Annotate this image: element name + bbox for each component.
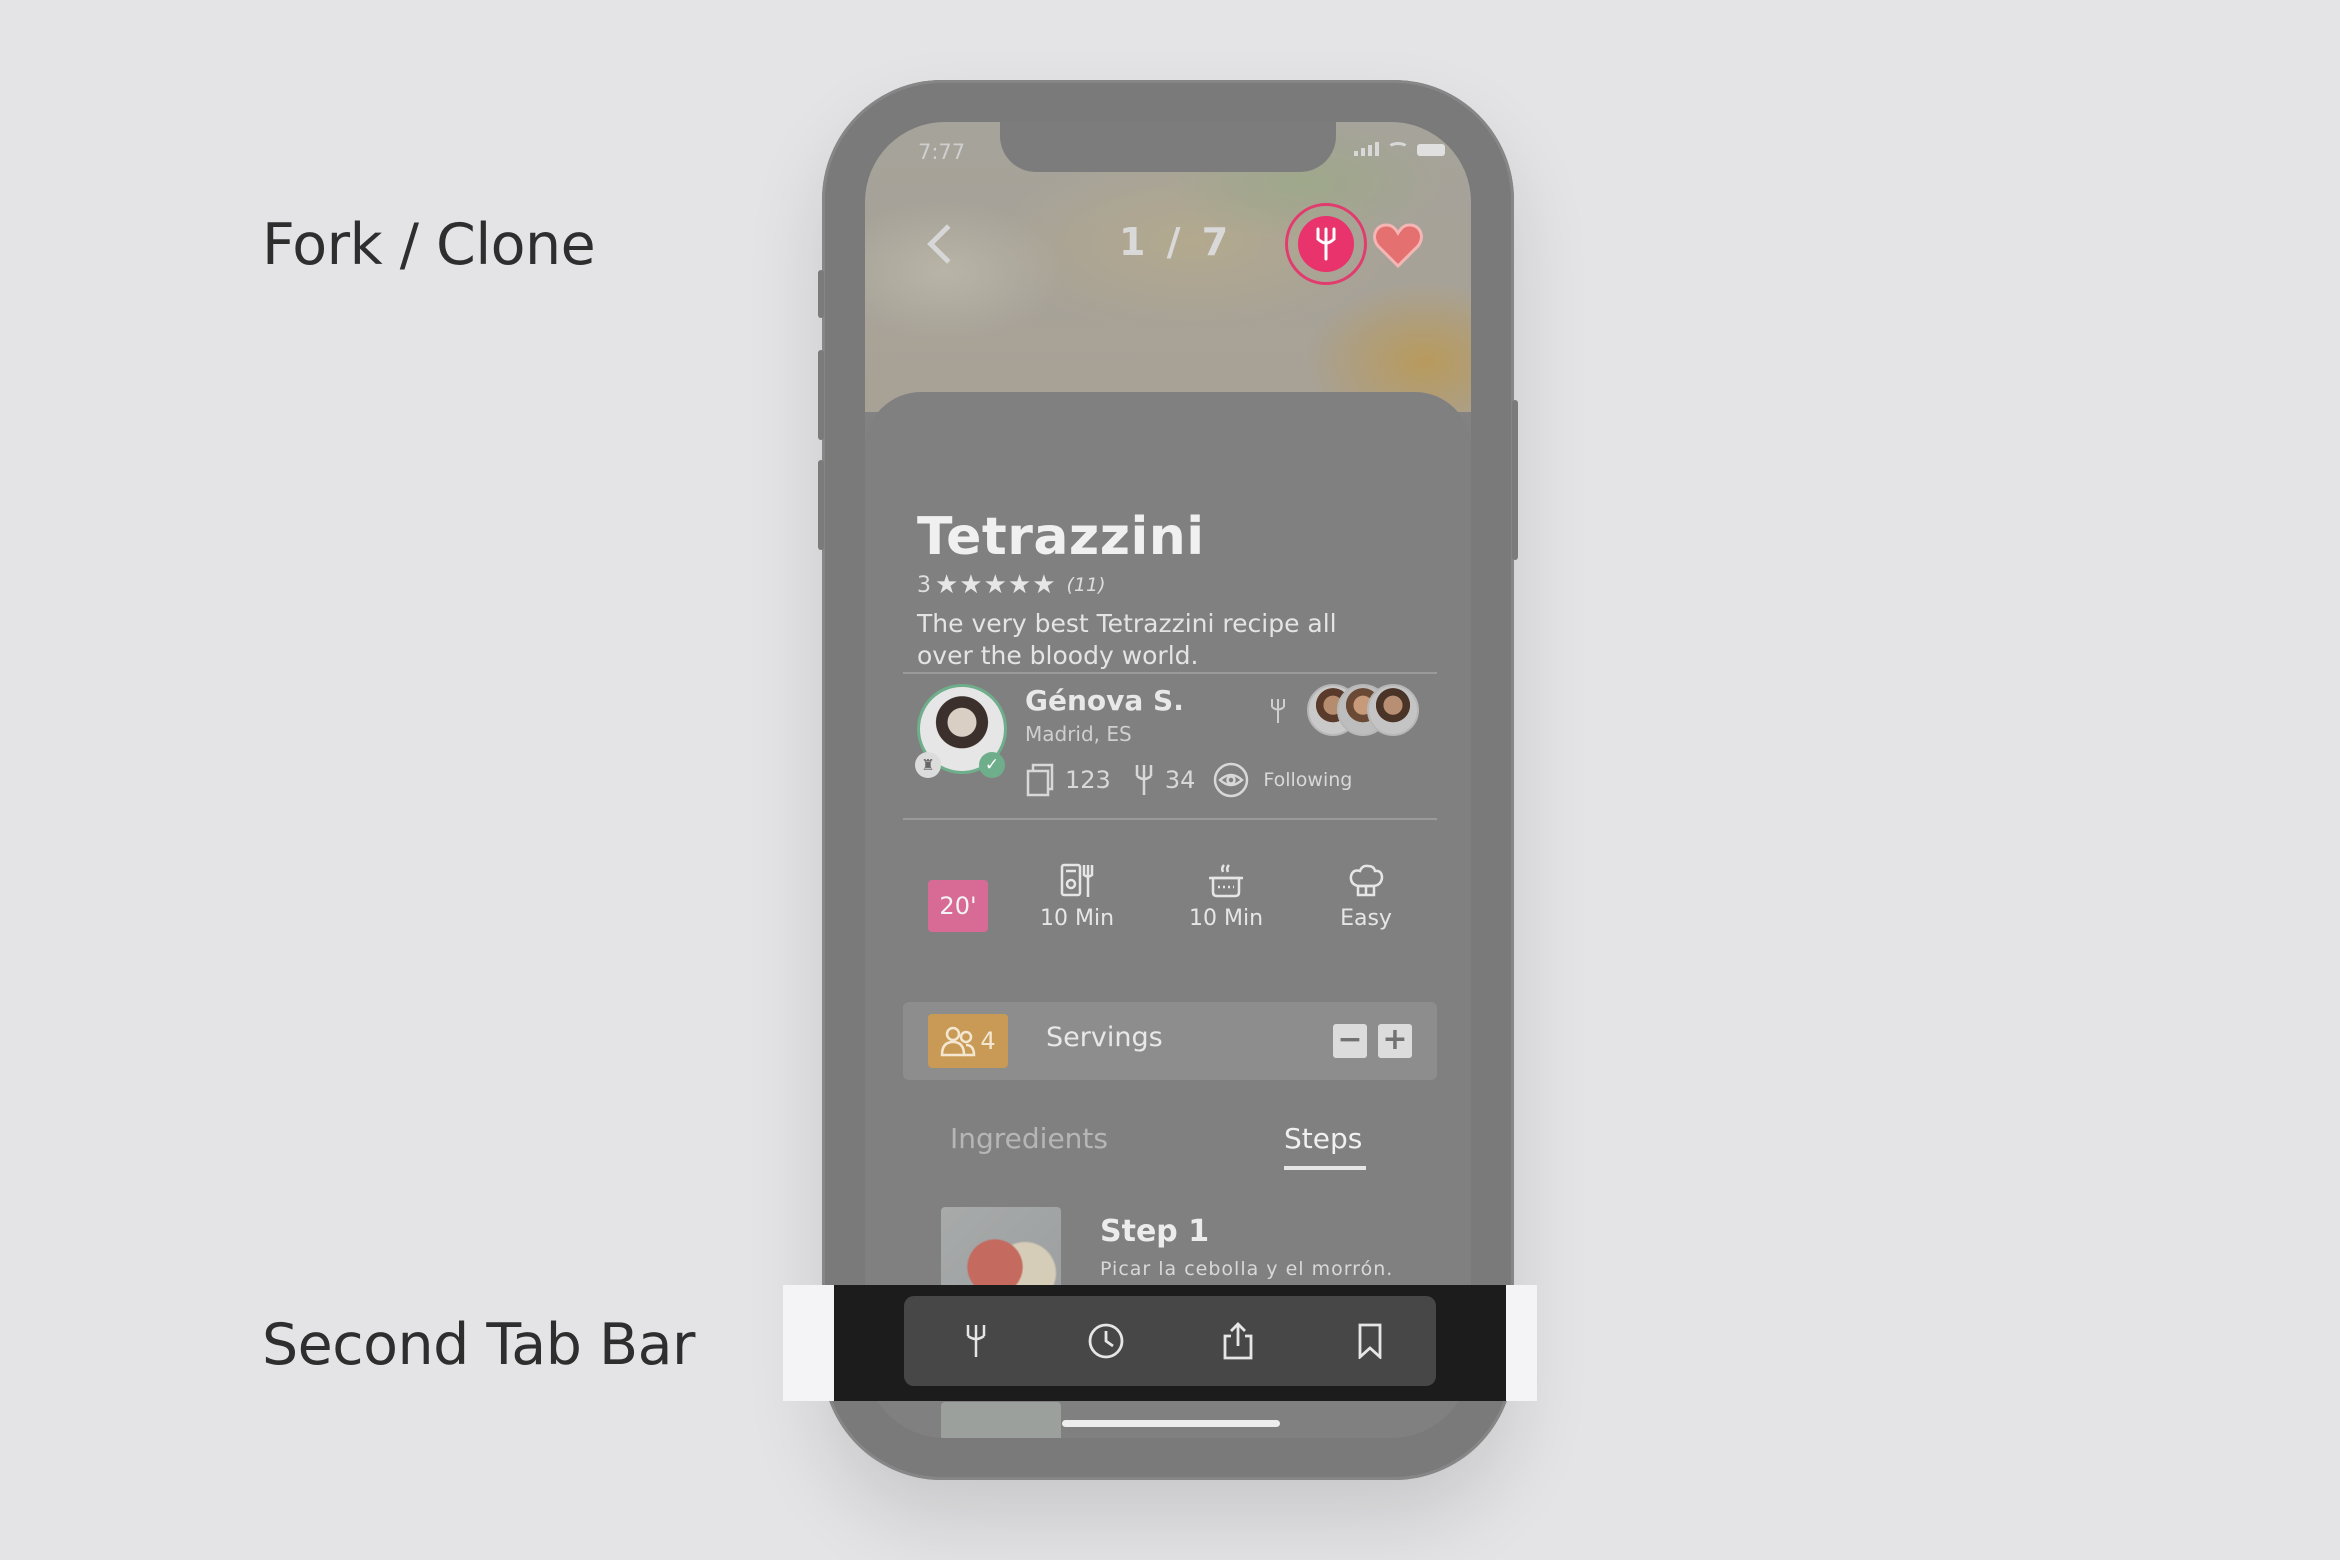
wifi-icon (1387, 142, 1409, 156)
status-time: 7:77 (918, 140, 966, 164)
app-screen: 7:77 1 / 7 Tetrazzini 3 ★★★★★ (11) The v… (865, 122, 1471, 1438)
prep-board-icon (1060, 863, 1094, 897)
notch (1000, 122, 1336, 172)
author-name[interactable]: Génova S. (1025, 684, 1184, 717)
volume-up-button (818, 350, 824, 440)
phone-frame: 7:77 1 / 7 Tetrazzini 3 ★★★★★ (11) The v… (818, 80, 1518, 1480)
image-pager: 1 / 7 (1119, 220, 1233, 264)
following-eye-icon[interactable] (1213, 762, 1249, 798)
cook-time-label: 10 Min (1188, 906, 1264, 931)
tab-steps[interactable]: Steps (1284, 1122, 1362, 1155)
rating-count: (11) (1066, 574, 1106, 596)
rating-stars-icon: ★★★★★ (935, 570, 1057, 600)
status-icons (1354, 142, 1445, 156)
divider (903, 672, 1437, 674)
second-tab-bar (904, 1296, 1436, 1386)
author-stats: 123 34 Following (1025, 762, 1352, 798)
forked-by-icon (1269, 698, 1287, 728)
clock-icon[interactable] (1086, 1321, 1126, 1361)
second-tab-bar-annotation: Second Tab Bar (262, 1312, 695, 1378)
trophy-icon: ♜ (915, 752, 941, 778)
recipe-description: The very best Tetrazzini recipe all over… (917, 609, 1337, 670)
servings-badge: 4 (928, 1014, 1008, 1068)
recipe-meta-row: 20' 10 Min 10 Min Easy (865, 852, 1471, 962)
tab-ingredients[interactable]: Ingredients (950, 1122, 1108, 1155)
cook-time: 10 Min (1171, 862, 1281, 931)
mute-switch (818, 270, 824, 318)
cooking-pot-icon (1209, 864, 1243, 898)
share-icon[interactable] (1218, 1321, 1258, 1361)
chef-hat-icon (1349, 864, 1384, 897)
decrease-servings-button[interactable]: − (1333, 1024, 1367, 1058)
prep-time-label: 10 Min (1039, 906, 1115, 931)
recipe-rating: 3 ★★★★★ (11) (917, 570, 1106, 600)
fork-icon[interactable] (956, 1321, 996, 1361)
step-2-image[interactable] (941, 1402, 1061, 1438)
difficulty-label: Easy (1340, 906, 1392, 931)
fork-clone-button[interactable] (1285, 203, 1367, 285)
increase-servings-button[interactable]: + (1378, 1024, 1412, 1058)
rating-value: 3 (917, 572, 931, 598)
volume-down-button (818, 460, 824, 550)
total-time-badge: 20' (928, 880, 988, 932)
verified-check-icon: ✓ (979, 752, 1005, 778)
prep-time: 10 Min (1022, 862, 1132, 931)
favorite-heart-icon[interactable] (1373, 222, 1423, 272)
forks-icon (1135, 765, 1153, 795)
recipes-copy-icon (1026, 763, 1054, 797)
divider (903, 818, 1437, 820)
signal-icon (1354, 142, 1379, 156)
following-label[interactable]: Following (1263, 769, 1352, 791)
step-1-title: Step 1 (1100, 1214, 1210, 1249)
mockup-stage: Fork / Clone Second Tab Bar 7:77 1 / 7 T… (0, 0, 2340, 1560)
power-button (1512, 400, 1518, 560)
forked-by-avatars[interactable] (1307, 684, 1427, 740)
fork-icon (1298, 216, 1354, 272)
recipes-count: 123 (1065, 766, 1111, 794)
servings-row: 4 Servings − + (903, 1002, 1437, 1080)
step-1-text: Picar la cebolla y el morrón. (1100, 1258, 1394, 1280)
difficulty: Easy (1311, 862, 1421, 931)
servings-count: 4 (980, 1027, 996, 1055)
recipe-title: Tetrazzini (917, 507, 1205, 567)
active-tab-underline (1284, 1166, 1366, 1170)
bookmark-icon[interactable] (1350, 1321, 1390, 1361)
forks-count: 34 (1164, 766, 1196, 794)
fork-clone-annotation: Fork / Clone (262, 212, 596, 278)
home-indicator[interactable] (1062, 1420, 1280, 1427)
people-icon (941, 1026, 976, 1057)
servings-label: Servings (1046, 1022, 1163, 1053)
battery-icon (1417, 144, 1445, 156)
author-location: Madrid, ES (1025, 722, 1132, 746)
